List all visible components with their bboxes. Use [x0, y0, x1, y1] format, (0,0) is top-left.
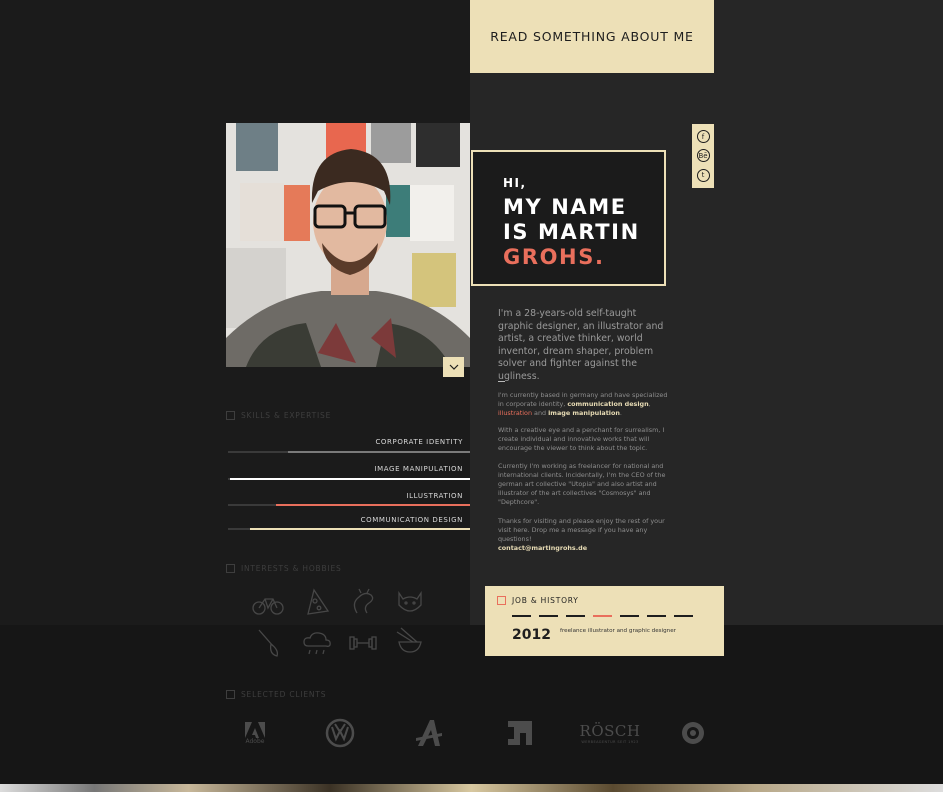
skill-bar-fill [288, 451, 470, 453]
timeline-year-marker[interactable] [512, 615, 531, 617]
bottom-background [0, 625, 943, 785]
bicycle-icon [252, 598, 284, 615]
skill-bar-fill [250, 528, 470, 530]
scroll-down-button[interactable] [443, 357, 464, 377]
pizza-icon [307, 588, 330, 615]
about-p1-sep: , [648, 400, 651, 408]
client-a-logo[interactable] [412, 716, 446, 750]
rosch-sublabel: WERBEAGENTUR SEIT 1923 [581, 740, 639, 744]
name-heading-box: HI, MY NAME IS MARTIN GROHS. [471, 150, 666, 286]
vw-logo-icon [325, 718, 355, 748]
skill-label: ILLUSTRATION [406, 492, 463, 500]
job-history-card: JOB & HISTORY 2012 freelance illustrator… [485, 586, 724, 656]
food-bowl-icon [396, 627, 422, 653]
about-paragraph-2: With a creative eye and a penchant for s… [498, 426, 665, 452]
about-p1-end: . [619, 409, 622, 417]
skill-label: CORPORATE IDENTITY [375, 438, 463, 446]
brush-icon [258, 629, 279, 657]
timeline-year-marker[interactable] [647, 615, 666, 617]
job-timeline [512, 615, 693, 617]
client-vw[interactable]: VW [323, 716, 357, 750]
job-year: 2012 [512, 627, 551, 643]
timeline-year-marker[interactable] [674, 615, 693, 617]
twitter-icon[interactable]: t [696, 168, 710, 182]
checkbox-icon [226, 411, 235, 420]
intro-text: I'm a 28-years-old self-taught graphic d… [498, 308, 664, 382]
name-line-2: IS MARTIN [503, 220, 640, 244]
about-p1-skill-1: communication design [567, 400, 649, 408]
social-links: f Bē t [692, 124, 714, 188]
clients-heading-label: SELECTED CLIENTS [241, 690, 327, 699]
about-paragraph-3: Currently I'm working as freelancer for … [498, 462, 666, 506]
dragon-icon [353, 588, 374, 614]
client-circle-logo[interactable] [677, 716, 709, 750]
circle-logo-icon [682, 722, 704, 744]
skills-heading-label: SKILLS & EXPERTISE [241, 411, 332, 420]
portrait-illustration [226, 123, 470, 367]
read-about-me-label: READ SOMETHING ABOUT ME [490, 29, 694, 44]
name-line-3: GROHS. [503, 245, 605, 269]
skill-bar [228, 478, 470, 480]
behance-icon[interactable]: Bē [696, 149, 710, 163]
client-f-logo[interactable] [503, 716, 537, 750]
name-heading: MY NAME IS MARTIN GROHS. [503, 195, 664, 270]
adobe-label: Adobe [245, 737, 265, 745]
next-section-preview [0, 784, 943, 792]
about-p1-skill-3: image manipulation [548, 409, 620, 417]
checkbox-icon [226, 690, 235, 699]
chevron-down-icon [449, 364, 458, 370]
about-paragraph-4: Thanks for visiting and please enjoy the… [498, 517, 668, 553]
timeline-year-marker[interactable] [620, 615, 639, 617]
interests-heading: INTERESTS & HOBBIES [226, 564, 342, 573]
timeline-year-marker[interactable] [566, 615, 585, 617]
read-about-me-tab[interactable]: READ SOMETHING ABOUT ME [470, 0, 714, 73]
skill-label: COMMUNICATION DESIGN [360, 516, 463, 524]
greeting: HI, [503, 176, 527, 190]
skill-label: IMAGE MANIPULATION [374, 465, 463, 473]
adobe-logo-icon [245, 721, 265, 738]
rosch-label: RÖSCH [579, 722, 641, 740]
interests-heading-label: INTERESTS & HOBBIES [241, 564, 342, 573]
client-rosch[interactable]: RÖSCH WERBEAGENTUR SEIT 1923 [578, 716, 642, 750]
facebook-icon[interactable]: f [696, 130, 710, 144]
job-history-heading: JOB & HISTORY [497, 596, 579, 605]
divider [498, 381, 505, 382]
portrait-photo [226, 123, 470, 367]
about-p4-text: Thanks for visiting and please enjoy the… [498, 517, 665, 543]
clients-heading: SELECTED CLIENTS [226, 690, 326, 699]
about-p1-and: and [532, 409, 549, 417]
skill-bar [228, 504, 470, 506]
job-history-heading-label: JOB & HISTORY [512, 596, 579, 605]
cat-icon [398, 590, 422, 612]
skill-bar-fill [230, 478, 470, 480]
skill-bar [228, 451, 470, 453]
name-line-1: MY NAME [503, 195, 627, 219]
about-paragraph-1: I'm currently based in germany and have … [498, 391, 668, 418]
timeline-year-marker[interactable] [539, 615, 558, 617]
f-logo-icon [508, 721, 532, 745]
checkbox-icon [226, 564, 235, 573]
cloud-icon [303, 632, 331, 655]
skill-bar [228, 528, 470, 530]
dumbbell-icon [349, 636, 377, 650]
about-p1-skill-2: illustration [498, 409, 532, 417]
checkbox-icon [497, 596, 506, 605]
skill-bar-fill [276, 504, 470, 506]
skills-heading: SKILLS & EXPERTISE [226, 411, 331, 420]
a-logo-icon [416, 720, 442, 746]
timeline-year-marker[interactable] [593, 615, 612, 617]
email-link[interactable]: contact@martingrohs.de [498, 544, 587, 552]
job-description: freelance illustrator and graphic design… [560, 628, 676, 634]
client-adobe[interactable]: Adobe [238, 716, 272, 750]
